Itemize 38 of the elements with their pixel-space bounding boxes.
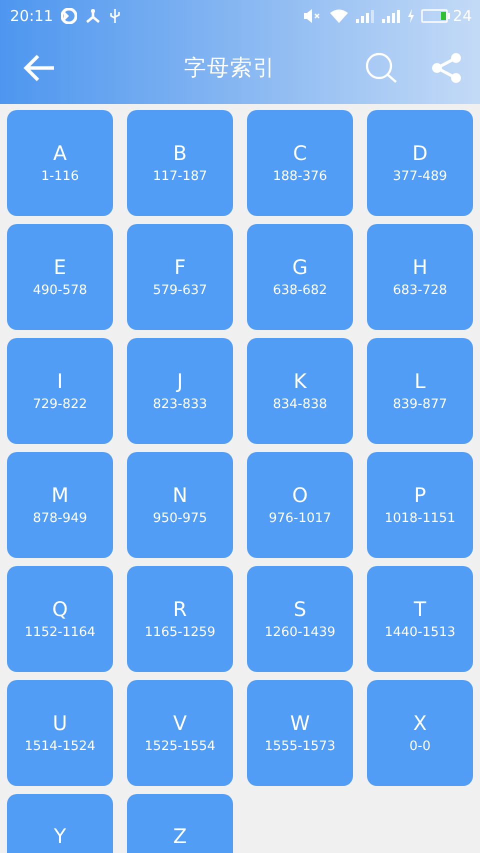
letter-tile[interactable]: F 579-637 (127, 224, 233, 330)
letter-tile[interactable]: A 1-116 (7, 110, 113, 216)
letter-tile[interactable]: U 1514-1524 (7, 680, 113, 786)
letter-tile[interactable]: D 377-489 (367, 110, 473, 216)
letter-tile[interactable]: I 729-822 (7, 338, 113, 444)
letter-tile[interactable]: L 839-877 (367, 338, 473, 444)
signal-icon (354, 8, 375, 24)
letter-tile[interactable]: H 683-728 (367, 224, 473, 330)
letter-tile[interactable]: R 1165-1259 (127, 566, 233, 672)
status-time: 20:11 (10, 6, 54, 27)
letter-tile[interactable]: P 1018-1151 (367, 452, 473, 558)
letter-tile[interactable]: G 638-682 (247, 224, 353, 330)
letter-tile[interactable]: N 950-975 (127, 452, 233, 558)
letter-tile[interactable]: Y (7, 794, 113, 853)
letter-tile[interactable]: J 823-833 (127, 338, 233, 444)
letter-tile[interactable]: S 1260-1439 (247, 566, 353, 672)
letter-tile[interactable]: X 0-0 (367, 680, 473, 786)
screen-title: 字母索引 (183, 54, 277, 82)
share-node-icon (85, 8, 102, 24)
letter-tile[interactable]: T 1440-1513 (367, 566, 473, 672)
letter-tile[interactable]: C 188-376 (247, 110, 353, 216)
sync-icon (61, 8, 78, 24)
letter-tile[interactable]: B 117-187 (127, 110, 233, 216)
letter-tile[interactable]: M 878-949 (7, 452, 113, 558)
charging-icon (406, 8, 415, 24)
battery-level: 24 (452, 6, 472, 27)
letter-tile[interactable]: K 834-838 (247, 338, 353, 444)
letter-tile[interactable]: W 1555-1573 (247, 680, 353, 786)
signal-icon (380, 8, 401, 24)
usb-icon (109, 8, 122, 24)
letter-tile[interactable]: Q 1152-1164 (7, 566, 113, 672)
wifi-icon (328, 8, 349, 24)
letter-tile[interactable]: E 490-578 (7, 224, 113, 330)
battery-icon (420, 8, 451, 24)
letter-tile[interactable]: Z (127, 794, 233, 853)
mute-icon (302, 8, 321, 24)
letter-tile[interactable]: V 1525-1554 (127, 680, 233, 786)
letter-tile[interactable]: O 976-1017 (247, 452, 353, 558)
